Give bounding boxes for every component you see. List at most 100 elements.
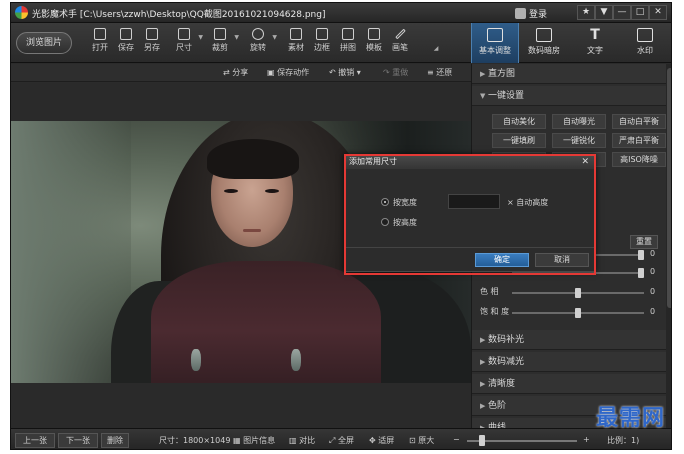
maximize-button[interactable]: □ [631, 5, 649, 20]
compare-button[interactable]: ▥ 对比 [289, 435, 315, 446]
actual-size-button[interactable]: ⊡ 原大 [409, 435, 434, 446]
browse-images-button[interactable]: 浏览图片 [16, 32, 72, 54]
slider-label-hue: 色 相 [480, 287, 499, 296]
image-info-button[interactable]: ▦ 图片信息 [233, 435, 275, 446]
redo-button[interactable]: ↷ 重做 [383, 67, 408, 78]
crop-icon [214, 28, 226, 40]
share-button[interactable]: ⇄ 分享 [223, 67, 248, 78]
dialog-title: 添加常用尺寸 [349, 157, 397, 166]
close-button[interactable]: ✕ [649, 5, 667, 20]
save-action-button[interactable]: ▣ 保存动作 [267, 67, 309, 78]
preset-high-iso-denoise[interactable]: 高ISO降噪 [612, 152, 666, 167]
undo-button[interactable]: ↶ 撤销 ▾ [329, 67, 361, 78]
collage-button[interactable]: 拼图 [335, 28, 361, 53]
zoom-slider-knob[interactable] [479, 435, 485, 446]
save-as-button[interactable]: 另存 [139, 28, 165, 53]
tab-basic-adjust[interactable]: 基本调整 [471, 23, 519, 63]
chevron-right-icon: ▶ [480, 336, 486, 344]
text-icon: T [590, 27, 600, 43]
panel-scrollbar[interactable] [666, 64, 671, 428]
save-button[interactable]: 保存 [113, 28, 139, 53]
radio-by-width-label[interactable]: 按宽度 [393, 197, 417, 208]
radio-by-height[interactable] [381, 218, 389, 226]
template-label: 模板 [366, 43, 382, 52]
minimize-button[interactable]: — [613, 5, 631, 20]
main-toolbar: 浏览图片 打开 保存 另存 尺寸 ▼ 裁剪 ▼ 旋转 ▼ 素材 边框 拼图 模板… [11, 23, 671, 63]
login-button[interactable]: 登录 [515, 6, 547, 20]
undo-label: 撤销 [338, 68, 355, 77]
save-as-label: 另存 [144, 43, 160, 52]
image-size-label: 尺寸：1800×1049 [159, 436, 231, 445]
slider-knob-hue[interactable] [575, 288, 581, 298]
ok-button[interactable]: 确定 [475, 253, 529, 267]
fit-screen-label: 适屏 [378, 436, 395, 445]
tab-text-label: 文字 [587, 46, 603, 55]
open-icon [94, 28, 106, 40]
dialog-divider [345, 247, 595, 248]
preset-auto-exposure[interactable]: 自动曝光 [552, 114, 606, 129]
template-button[interactable]: 模板 [361, 28, 387, 53]
preset-strict-white-balance[interactable]: 严肃白平衡 [612, 133, 666, 148]
save-label: 保存 [118, 43, 134, 52]
chevron-down-icon[interactable]: ▼ [198, 34, 203, 41]
app-logo-icon [15, 6, 28, 19]
section-histogram[interactable]: ▶ 直方图 [472, 64, 666, 84]
brush-button[interactable]: 画笔 [387, 28, 413, 53]
chevron-right-icon: ▶ [480, 402, 486, 410]
menu-button[interactable]: ▼ [595, 5, 613, 20]
rotate-button[interactable]: 旋转 ▼ [245, 28, 277, 53]
crop-button[interactable]: 裁剪 ▼ [207, 28, 239, 53]
share-label: 分享 [232, 68, 249, 77]
preset-one-click-fill[interactable]: 一键填刷 [492, 133, 546, 148]
material-icon [290, 28, 302, 40]
chevron-right-icon: ▶ [480, 358, 486, 366]
dialog-close-icon[interactable]: ✕ [581, 155, 589, 169]
zoom-in-icon[interactable]: + [583, 435, 590, 444]
user-icon [515, 7, 526, 19]
tab-watermark[interactable]: 水印 [621, 23, 669, 63]
panel-scroll-thumb[interactable] [667, 68, 671, 308]
section-digital-reduce-light[interactable]: ▶ 数码减光 [472, 352, 666, 372]
chevron-down-icon[interactable]: ▼ [272, 34, 277, 41]
border-button[interactable]: 边框 [309, 28, 335, 53]
material-button[interactable]: 素材 [283, 28, 309, 53]
slider-knob-2[interactable] [638, 268, 644, 278]
action-bar: ⇄ 分享 ▣ 保存动作 ↶ 撤销 ▾ ↷ 重做 ≡ 还原 [11, 64, 471, 82]
restore-button[interactable]: ≡ 还原 [427, 67, 452, 78]
reset-button[interactable]: 重置 [630, 235, 658, 249]
slider-value-2: 0 [650, 267, 656, 276]
chevron-down-icon: ▼ [480, 92, 486, 100]
open-button[interactable]: 打开 [87, 28, 113, 53]
skin-button[interactable]: ★ [577, 5, 595, 20]
section-one-click[interactable]: ▼ 一键设置 [472, 86, 666, 106]
section-clarity[interactable]: ▶ 清晰度 [472, 374, 666, 394]
section-label: 数码减光 [488, 357, 525, 367]
tab-darkroom[interactable]: 数码暗房 [520, 23, 568, 63]
slider-knob-saturation[interactable] [575, 308, 581, 318]
preset-auto-beautify[interactable]: 自动美化 [492, 114, 546, 129]
tab-text[interactable]: T 文字 [571, 23, 619, 63]
dialog-title-bar[interactable]: 添加常用尺寸 [345, 155, 595, 169]
slider-value-1: 0 [650, 249, 656, 258]
section-digital-fill-light[interactable]: ▶ 数码补光 [472, 330, 666, 350]
preset-auto-white-balance[interactable]: 自动白平衡 [612, 114, 666, 129]
cancel-button[interactable]: 取消 [535, 253, 589, 267]
dimension-input[interactable] [448, 194, 500, 209]
fit-screen-button[interactable]: ✥ 适屏 [369, 435, 394, 446]
slider-knob-1[interactable] [638, 250, 644, 260]
fullscreen-label: 全屏 [337, 436, 354, 445]
chevron-down-icon[interactable]: ▼ [234, 34, 239, 41]
prev-image-button[interactable]: 上一张 [15, 433, 55, 448]
zoom-out-icon[interactable]: − [453, 435, 460, 444]
next-image-button[interactable]: 下一张 [58, 433, 98, 448]
fullscreen-button[interactable]: ⤢ 全屏 [329, 435, 354, 446]
delete-button[interactable]: 删除 [101, 433, 129, 448]
more-tools-icon[interactable]: ◢ [423, 45, 449, 52]
resize-button[interactable]: 尺寸 ▼ [171, 28, 203, 53]
radio-by-width[interactable] [381, 198, 389, 206]
slider-track-2[interactable] [512, 272, 644, 274]
darkroom-icon [536, 28, 552, 42]
window-title: 光影魔术手 [C:\Users\zzwh\Desktop\QQ截图2016102… [32, 10, 326, 20]
preset-one-click-sharpen[interactable]: 一键锐化 [552, 133, 606, 148]
radio-by-height-label[interactable]: 按高度 [393, 217, 417, 228]
